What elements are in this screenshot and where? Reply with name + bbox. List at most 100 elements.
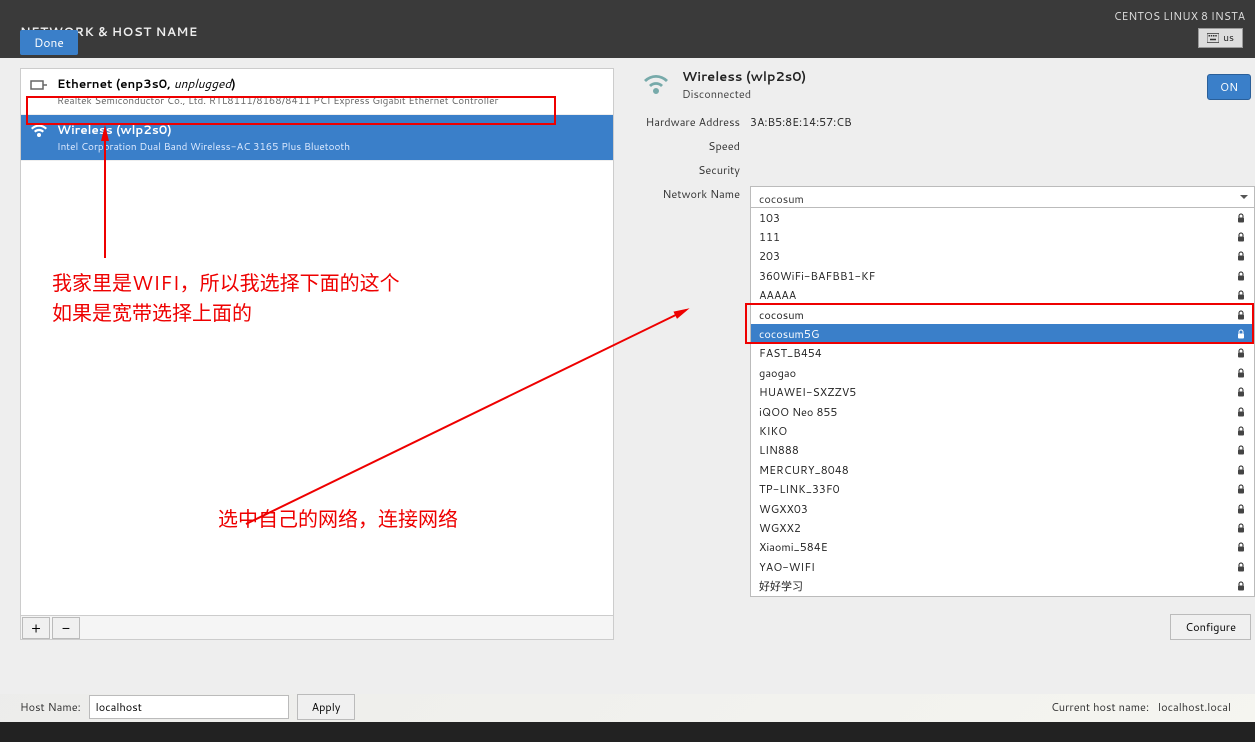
device-toolbar: + − <box>21 615 613 639</box>
detail-header: Wireless (wlp2s0) Disconnected ON <box>640 68 1255 102</box>
network-item[interactable]: cocosum5G <box>751 324 1254 343</box>
network-name: 103 <box>759 210 1236 226</box>
keyboard-layout-button[interactable]: us <box>1198 28 1243 48</box>
network-item[interactable]: KIKO <box>751 421 1254 440</box>
security-label: Security <box>640 162 750 178</box>
lock-icon <box>1236 368 1246 378</box>
remove-device-button[interactable]: − <box>52 617 80 639</box>
network-name: KIKO <box>759 423 1236 439</box>
speed-label: Speed <box>640 138 750 154</box>
detail-title: Wireless (wlp2s0) <box>682 68 806 86</box>
device-item-0[interactable]: Ethernet (enp3s0, unplugged) Realtek Semi… <box>21 69 613 115</box>
lock-icon <box>1236 213 1246 223</box>
lock-icon <box>1236 407 1246 417</box>
lock-icon <box>1236 484 1246 494</box>
network-item[interactable]: TP-LINK_33F0 <box>751 479 1254 498</box>
network-item[interactable]: 360WiFi-BAFBB1-KF <box>751 266 1254 285</box>
network-item[interactable]: iQOO Neo 855 <box>751 402 1254 421</box>
network-item[interactable]: MERCURY_8048 <box>751 460 1254 479</box>
network-name: YAO-WIFI <box>759 559 1236 575</box>
network-item[interactable]: 203 <box>751 247 1254 266</box>
hostname-input[interactable] <box>89 695 289 719</box>
network-item[interactable]: HUAWEI-SXZZV5 <box>751 383 1254 402</box>
lock-icon <box>1236 465 1246 475</box>
network-name: TP-LINK_33F0 <box>759 481 1236 497</box>
network-item[interactable]: 好好学习 <box>751 576 1254 595</box>
topbar: NETWORK & HOST NAME CENTOS LINUX 8 INSTA… <box>0 0 1255 58</box>
network-item[interactable]: AAAAA <box>751 286 1254 305</box>
current-hostname: Current host name: localhost.local <box>1051 699 1231 715</box>
network-name: WGXX03 <box>759 501 1236 517</box>
lock-icon <box>1236 387 1246 397</box>
device-details-panel: Wireless (wlp2s0) Disconnected ON Hardwa… <box>640 68 1255 640</box>
wifi-icon <box>29 121 49 141</box>
wifi-toggle-button[interactable]: ON <box>1207 74 1251 100</box>
apply-button[interactable]: Apply <box>297 694 356 720</box>
network-name: 111 <box>759 229 1236 245</box>
lock-icon <box>1236 251 1246 261</box>
content-area: Ethernet (enp3s0, unplugged) Realtek Semi… <box>0 58 1255 694</box>
network-item[interactable]: WGXX03 <box>751 499 1254 518</box>
network-name: iQOO Neo 855 <box>759 404 1236 420</box>
lock-icon <box>1236 445 1246 455</box>
network-name-label: Network Name <box>640 186 750 208</box>
network-name: cocosum <box>759 307 1236 323</box>
network-item[interactable]: FAST_B454 <box>751 344 1254 363</box>
hostname-label: Host Name: <box>20 699 81 715</box>
hw-address-label: Hardware Address <box>640 114 750 130</box>
distro-label: CENTOS LINUX 8 INSTA <box>1114 8 1245 24</box>
lock-icon <box>1236 329 1246 339</box>
network-item[interactable]: WGXX2 <box>751 518 1254 537</box>
lock-icon <box>1236 232 1246 242</box>
device-list-panel: Ethernet (enp3s0, unplugged) Realtek Semi… <box>20 68 614 640</box>
network-name: MERCURY_8048 <box>759 462 1236 478</box>
network-name: AAAAA <box>759 287 1236 303</box>
detail-rows: Hardware Address 3A:B5:8E:14:57:CB Speed… <box>640 110 1255 212</box>
network-item[interactable]: Xiaomi_584E <box>751 538 1254 557</box>
keyboard-icon <box>1207 33 1219 43</box>
network-name: LIN888 <box>759 442 1236 458</box>
current-hostname-label: Current host name: <box>1051 699 1149 715</box>
device-name: Wireless (wlp2s0) <box>57 121 605 138</box>
lock-icon <box>1236 504 1246 514</box>
network-list: 103 111 203 360WiFi-BAFBB1-KF AAAAA cocosum co… <box>750 207 1255 597</box>
lock-icon <box>1236 523 1246 533</box>
configure-button[interactable]: Configure <box>1170 614 1251 640</box>
network-name: 203 <box>759 248 1236 264</box>
add-device-button[interactable]: + <box>22 617 50 639</box>
hw-address-value: 3A:B5:8E:14:57:CB <box>750 114 1255 130</box>
detail-status: Disconnected <box>682 86 806 102</box>
network-name: FAST_B454 <box>759 345 1236 361</box>
security-value <box>750 162 1255 178</box>
network-name: WGXX2 <box>759 520 1236 536</box>
network-selected-value[interactable]: cocosum <box>750 186 1255 208</box>
bottom-bar: Host Name: Apply Current host name: loca… <box>0 692 1255 722</box>
device-description: Intel Corporation Dual Band Wireless-AC … <box>57 140 605 154</box>
network-item[interactable]: 103 <box>751 208 1254 227</box>
network-item[interactable]: gaogao <box>751 363 1254 382</box>
done-button[interactable]: Done <box>20 30 78 55</box>
network-item[interactable]: LIN888 <box>751 441 1254 460</box>
network-item[interactable]: YAO-WIFI <box>751 557 1254 576</box>
network-name: 好好学习 <box>759 578 1236 594</box>
speed-value <box>750 138 1255 154</box>
wifi-large-icon <box>640 68 672 100</box>
network-item[interactable]: cocosum <box>751 305 1254 324</box>
network-name-dropdown[interactable]: cocosum 103111203360WiFi-BAFBB1-KFAAAAAc… <box>750 186 1255 208</box>
lock-icon <box>1236 290 1246 300</box>
network-name: HUAWEI-SXZZV5 <box>759 384 1236 400</box>
network-name: Xiaomi_584E <box>759 539 1236 555</box>
device-item-1[interactable]: Wireless (wlp2s0) Intel Corporation Dual … <box>21 115 613 161</box>
device-name: Ethernet (enp3s0, unplugged) <box>57 75 605 92</box>
lock-icon <box>1236 426 1246 436</box>
keyboard-layout-label: us <box>1223 31 1234 45</box>
lock-icon <box>1236 542 1246 552</box>
network-name: cocosum5G <box>759 326 1236 342</box>
lock-icon <box>1236 562 1246 572</box>
device-description: Realtek Semiconductor Co., Ltd. RTL8111/… <box>57 94 605 108</box>
lock-icon <box>1236 348 1246 358</box>
ethernet-icon <box>29 75 49 95</box>
network-name: gaogao <box>759 365 1236 381</box>
lock-icon <box>1236 581 1246 591</box>
network-item[interactable]: 111 <box>751 227 1254 246</box>
